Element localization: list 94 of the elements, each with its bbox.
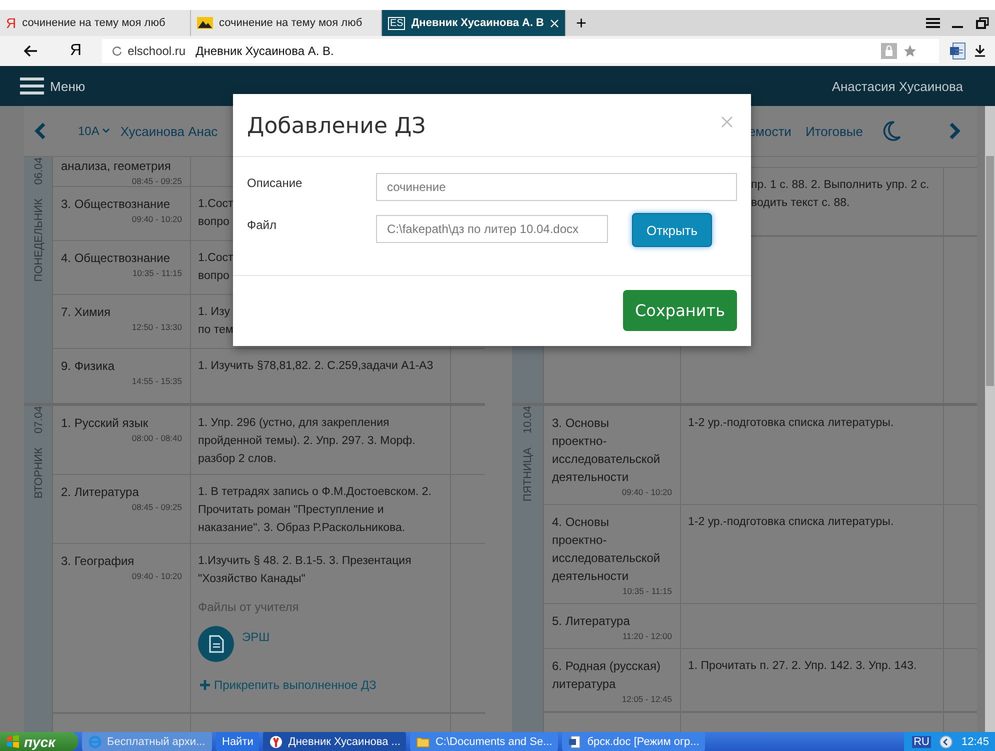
chevron-left-icon[interactable] (34, 122, 46, 140)
lesson-time: 09:40 - 10:20 (130, 570, 182, 582)
date-label: 06.04 (32, 157, 44, 185)
browser-tab[interactable]: Я сочинение на тему моя люб (0, 10, 191, 36)
attach-link[interactable]: Прикрепить выполненное ДЗ (200, 678, 442, 692)
start-button[interactable]: пуск (0, 732, 78, 751)
menu-button[interactable]: Меню (20, 77, 86, 95)
menu-icon[interactable] (926, 17, 940, 29)
folder-icon (416, 734, 430, 748)
document-icon (198, 626, 234, 662)
class-selector[interactable]: 10А (78, 124, 110, 138)
subject-name: 3. География (61, 553, 136, 570)
lesson-time: 12:50 - 13:30 (130, 321, 182, 333)
lesson-time: 08:45 - 09:25 (130, 501, 182, 513)
subject-name: 1. Русский язык (61, 415, 150, 432)
menu-icon (20, 77, 44, 95)
subject-name: 9. Физика (61, 358, 116, 375)
field-label: Описание (247, 175, 304, 190)
caret-icon (102, 128, 110, 134)
date-label: 10.04 (522, 406, 534, 434)
address-domain: elschool.ru (128, 44, 186, 58)
homework-text: 1.Сост вопро (198, 197, 234, 230)
homework-text: пр. 1 с. 88. 2. Выполнить упр. 2 с. водить текст с. 88. (751, 178, 930, 211)
chevron-left-icon[interactable] (939, 734, 954, 748)
input-field[interactable]: сочинение (376, 173, 737, 201)
windows-logo-icon (6, 735, 20, 748)
clock: 12:45 (961, 736, 989, 748)
field-label: Файл (247, 217, 278, 232)
homework-text: 1. Изучить §78,81,82. 2. С.259,задачи А1-А3 (198, 359, 434, 374)
user-name[interactable]: Анастасия Хусаинова (832, 78, 963, 94)
subject-name: 3. Обществознание (61, 196, 172, 213)
homework-text: 1.Изучить § 48. 2. В.1-5. 3. Презентация "Хозяйство Канады" (198, 554, 412, 587)
browser-icon (269, 734, 284, 748)
chevron-right-icon[interactable] (949, 122, 961, 140)
document-icon (568, 734, 582, 748)
download-icon[interactable] (975, 45, 985, 57)
student-name[interactable]: Хусаинова Анас (120, 124, 218, 138)
browser-logo-button[interactable]: Я (46, 42, 94, 60)
new-tab-button[interactable]: + (566, 10, 597, 36)
reload-icon (112, 46, 122, 56)
moon-icon[interactable] (883, 121, 901, 141)
homework-text: 1-2 ур.-подготовка списка литературы. (688, 515, 894, 530)
homework-text: 1. Изу по тем (198, 305, 234, 338)
document-icon[interactable] (949, 42, 967, 60)
lesson-time: 14:55 - 15:35 (130, 375, 182, 387)
date-label: 07.04 (32, 406, 44, 434)
subject-name: 4. Обществознание (61, 250, 172, 267)
page-title: Дневник Хусаинова А. В. (196, 44, 334, 58)
homework-text: 1. Прочитать п. 27. 2. Упр. 142. 3. Упр. 143. (688, 659, 917, 674)
weekday-label: ПЯТНИЦА (522, 448, 534, 502)
subject-name: 6. Родная (русская) литература (552, 658, 662, 693)
lesson-time: 10:35 - 11:15 (132, 267, 182, 279)
lesson-time: 12:05 - 12:45 (620, 693, 672, 705)
star-icon[interactable] (903, 44, 917, 58)
taskbar-item[interactable]: Дневник Хусаинова ... (263, 732, 406, 751)
save-button[interactable]: Сохранить (623, 290, 737, 331)
subject-name: анализа, геометрия (61, 158, 172, 175)
subject-name: 5. Литература (552, 613, 631, 630)
taskbar-item[interactable]: брск.doc [Режим огр... (562, 732, 706, 751)
homework-text: 1. В тетрадях запись о Ф.М.Достоевском. 2. Прочитать роман "Преступление и наказание". 3. Образ Р.Раскольникова. (198, 485, 432, 536)
lesson-time: 10:35 - 11:15 (622, 585, 672, 597)
image-icon (197, 17, 213, 29)
open-button[interactable]: Открыть (632, 213, 712, 247)
language-indicator[interactable]: RU (912, 736, 932, 748)
taskbar-item[interactable]: Бесплатный архи... (82, 732, 212, 751)
dialog-title: Добавление ДЗ (247, 114, 426, 139)
browser-tab[interactable]: ES Дневник Хусаинова А. В (382, 10, 566, 36)
nav-link[interactable]: Итоговые (805, 124, 863, 138)
weekday-label: ПОНЕДЕЛЬНИК (32, 198, 44, 282)
homework-text: 1.Сост вопро (198, 251, 234, 284)
tab-logo: ES (388, 16, 406, 30)
file-link[interactable]: ЭРШ (242, 630, 270, 644)
lesson-time: 08:00 - 08:40 (130, 432, 182, 444)
browser-tab[interactable]: сочинение на тему моя люб (191, 10, 382, 36)
subject-name: 3. Основы проектно-исследовательской деятельности (552, 415, 662, 486)
plus-icon (200, 680, 210, 690)
weekday-label: ВТОРНИК (32, 448, 44, 499)
back-arrow-icon[interactable] (24, 45, 38, 57)
lesson-time: 09:40 - 10:20 (620, 486, 672, 498)
subject-name: 4. Основы проектно-исследовательской деятельности (552, 514, 662, 585)
file-path-field[interactable]: C:\fakepath\дз по литер 10.04.docx (376, 215, 608, 243)
address-field[interactable]: elschool.ru Дневник Хусаинова А. В. (102, 39, 939, 63)
taskbar-item[interactable]: C:\Documents and Se... (410, 732, 558, 751)
lesson-time: 09:40 - 10:20 (130, 213, 182, 225)
lesson-time: 08:45 - 09:25 (130, 175, 182, 187)
tab-logo: Я (6, 15, 16, 31)
homework-text: 1-2 ур.-подготовка списка литературы. (688, 416, 894, 431)
subject-name: 7. Химия (61, 304, 112, 321)
subject-name: 2. Литература (61, 484, 140, 501)
homework-text: 1. Упр. 296 (устно, для закрепления пройденной темы). 2. Упр. 297. 3. Морф. разбор 2 слов. (198, 416, 416, 467)
globe-icon (88, 734, 102, 748)
restore-icon[interactable] (976, 17, 989, 29)
taskbar-item[interactable]: Найти (216, 732, 260, 751)
lesson-time: 11:20 - 12:00 (622, 630, 672, 642)
